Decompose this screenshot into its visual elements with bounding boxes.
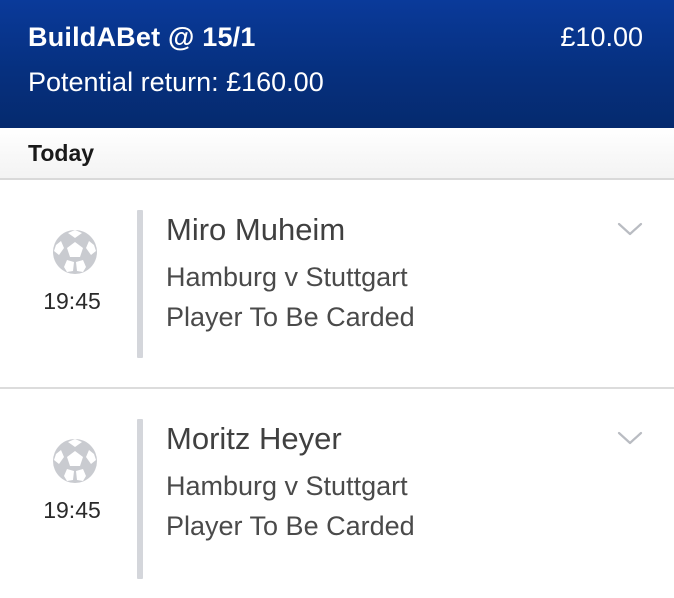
market-name: Player To Be Carded: [166, 511, 415, 541]
chevron-down-icon[interactable]: [616, 220, 644, 238]
potential-return: Potential return: £160.00: [28, 67, 324, 97]
event-time: 19:45: [43, 497, 101, 523]
bet-header: BuildABet @ 15/1 £10.00 Potential return…: [0, 0, 674, 128]
market-name: Player To Be Carded: [166, 302, 415, 332]
leg-divider: [137, 419, 143, 579]
player-name: Miro Muheim: [166, 212, 346, 247]
match-name: Hamburg v Stuttgart: [166, 471, 408, 501]
stake-amount: £10.00: [560, 22, 643, 52]
event-time: 19:45: [43, 288, 101, 314]
football-icon: [53, 230, 97, 274]
player-name: Moritz Heyer: [166, 421, 342, 456]
chevron-down-icon[interactable]: [616, 429, 644, 447]
football-icon: [53, 439, 97, 483]
bet-title: BuildABet @ 15/1: [28, 22, 256, 52]
bet-leg[interactable]: 19:45 Miro Muheim Hamburg v Stuttgart Pl…: [0, 180, 674, 389]
bet-leg[interactable]: 19:45 Moritz Heyer Hamburg v Stuttgart P…: [0, 389, 674, 598]
section-header: Today: [0, 128, 674, 180]
match-name: Hamburg v Stuttgart: [166, 262, 408, 292]
leg-divider: [137, 210, 143, 358]
section-label: Today: [28, 140, 95, 166]
